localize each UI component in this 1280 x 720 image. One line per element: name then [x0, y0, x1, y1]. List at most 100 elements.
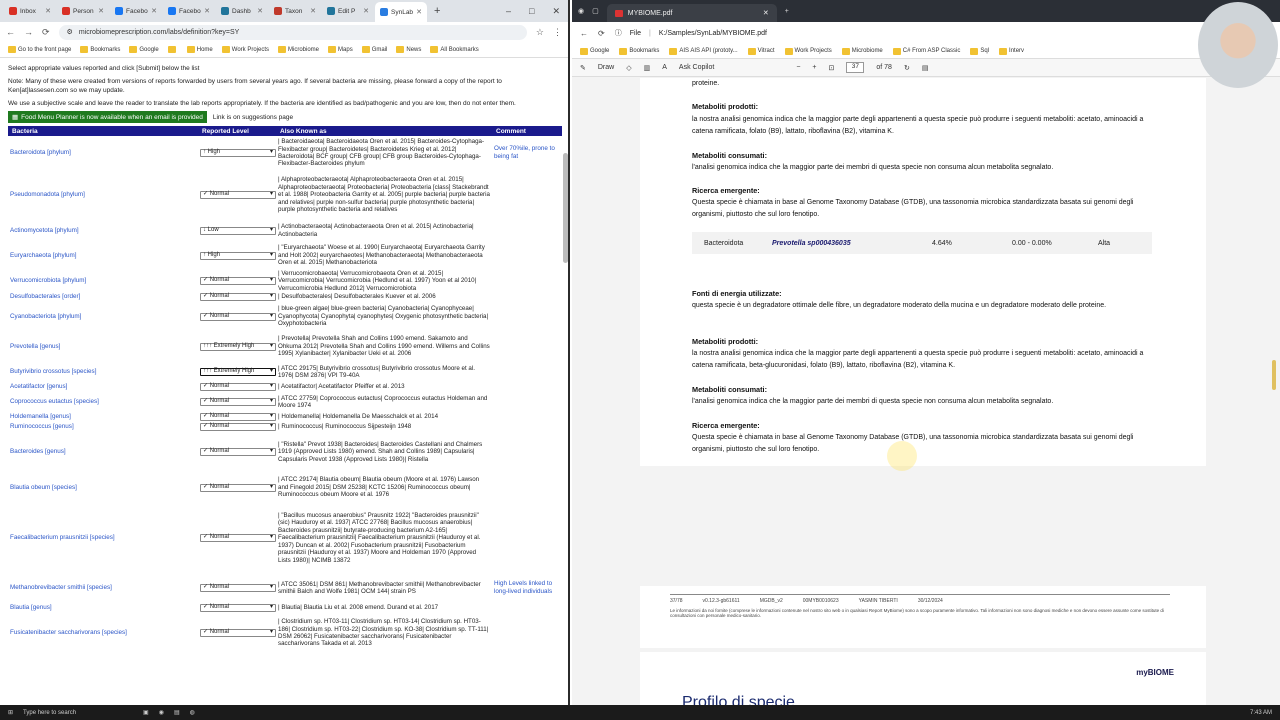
right-address-bar[interactable]: ⓘ File | K:/Samples/SynLab/MYBIOME.pdf — [615, 26, 1237, 41]
bacteria-name[interactable]: Euryarchaeota [phylum] — [8, 241, 198, 270]
bookmark-item[interactable]: Google — [580, 47, 609, 55]
bookmark-item[interactable]: Gmail — [361, 46, 387, 53]
zoom-in-icon[interactable]: + — [812, 64, 816, 71]
bookmark-item[interactable]: All Bookmarks — [430, 46, 479, 53]
highlight-icon[interactable]: ✎ — [580, 64, 586, 72]
bookmark-item[interactable]: Work Projects — [221, 46, 269, 53]
bacteria-name[interactable]: Prevotella [genus] — [8, 331, 198, 362]
close-tab-icon[interactable]: ✕ — [45, 7, 51, 15]
level-select[interactable]: ✓ Normal ▾ — [200, 604, 276, 612]
close-tab-icon[interactable]: ✕ — [763, 9, 769, 17]
level-select[interactable]: ✓ Normal ▾ — [200, 383, 276, 391]
taskbar-search[interactable]: Type here to search — [23, 710, 133, 716]
bacteria-name[interactable]: Bacteroides [genus] — [8, 432, 198, 472]
left-address-bar[interactable]: ⚙ microbiomeprescription.com/labs/defini… — [58, 24, 527, 40]
level-select[interactable]: ✓ Normal ▾ — [200, 448, 276, 456]
bacteria-name[interactable]: Coprococcus eutactus [species] — [8, 392, 198, 412]
bookmark-item[interactable]: News — [396, 46, 421, 53]
start-icon[interactable]: ⊞ — [8, 709, 13, 716]
menu-icon[interactable]: ⋮ — [553, 27, 562, 38]
rotate-icon[interactable]: ↻ — [904, 64, 910, 72]
close-tab-icon[interactable]: ✕ — [416, 8, 422, 16]
bookmark-item[interactable]: Go to the front page — [8, 46, 71, 53]
level-select[interactable]: ✓ Normal ▾ — [200, 191, 276, 199]
level-select[interactable]: ↑↑↑ Extremely High ▾ — [200, 368, 276, 376]
bacteria-name[interactable]: Fusicatenibacter saccharivorans [species… — [8, 613, 198, 653]
read-aloud-icon[interactable]: A — [662, 64, 667, 71]
bacteria-name[interactable]: Blautia obeum [species] — [8, 472, 198, 503]
level-select[interactable]: ✓ Normal ▾ — [200, 629, 276, 637]
level-select[interactable]: ✓ Normal ▾ — [200, 534, 276, 542]
bookmark-item[interactable]: Microbiome — [278, 46, 319, 53]
level-select[interactable]: ✓ Normal ▾ — [200, 423, 276, 431]
close-tab-icon[interactable]: ✕ — [310, 7, 316, 15]
bookmark-item[interactable]: Maps — [328, 46, 353, 53]
bacteria-name[interactable]: Blautia [genus] — [8, 603, 198, 613]
new-tab-icon[interactable]: + — [785, 8, 789, 15]
bookmark-item[interactable]: Google — [129, 46, 159, 53]
extensions-icon[interactable]: ☆ — [536, 27, 544, 38]
level-select[interactable]: ✓ Normal ▾ — [200, 312, 276, 321]
bacteria-name[interactable]: Holdemanella [genus] — [8, 412, 198, 422]
tab-7[interactable]: SynLab ✕ — [375, 2, 427, 22]
explorer-icon[interactable]: ▤ — [174, 709, 180, 716]
new-tab-icon[interactable]: + — [434, 5, 440, 17]
two-page-icon[interactable]: ▤ — [922, 64, 929, 72]
task-view-icon[interactable]: ▣ — [143, 709, 149, 716]
back-icon[interactable]: ← — [6, 27, 15, 37]
copilot-button[interactable]: Ask Copilot — [679, 64, 714, 71]
draw-button[interactable]: Draw — [598, 64, 614, 71]
forward-icon[interactable]: → — [24, 27, 33, 37]
bookmark-item[interactable]: Interv — [999, 47, 1024, 55]
tab-1[interactable]: Person ✕ — [57, 2, 109, 20]
food-menu-banner[interactable]: ▦ Food Menu Planner is now available when… — [8, 111, 207, 123]
level-select[interactable]: ✓ Normal ▾ — [200, 398, 276, 406]
bacteria-name[interactable]: Bacteroidota [phylum] — [8, 136, 198, 170]
bookmark-item[interactable]: Vitract — [747, 47, 775, 55]
erase-icon[interactable]: ◇ — [626, 64, 631, 72]
page-number-input[interactable]: 37 — [846, 62, 865, 73]
tab-2[interactable]: Facebo ✕ — [110, 2, 162, 20]
level-select[interactable]: ↑ High ▾ — [200, 251, 276, 260]
bacteria-name[interactable]: Desulfobacterales [order] — [8, 292, 198, 302]
chrome-icon[interactable]: ◉ — [159, 709, 164, 716]
close-tab-icon[interactable]: ✕ — [204, 7, 210, 15]
bacteria-name[interactable]: Faecalibacterium prausnitzii [species] — [8, 503, 198, 573]
close-tab-icon[interactable]: ✕ — [363, 7, 369, 15]
right-scrollbar[interactable] — [1272, 360, 1276, 390]
bacteria-name[interactable]: Acetatifactor [genus] — [8, 382, 198, 392]
close-window-icon[interactable]: ✕ — [552, 6, 560, 17]
level-select[interactable]: ✓ Normal ▾ — [200, 277, 276, 285]
reload-icon[interactable]: ⟳ — [42, 27, 50, 38]
tab-5[interactable]: Taxon ✕ — [269, 2, 321, 20]
bookmark-item[interactable]: Bookmarks — [80, 46, 120, 53]
bacteria-name[interactable]: Pseudomonadota [phylum] — [8, 170, 198, 220]
level-select[interactable]: ↑ High ▾ — [200, 149, 276, 157]
level-select[interactable]: ✓ Normal ▾ — [200, 293, 276, 301]
maximize-icon[interactable]: □ — [529, 6, 534, 17]
level-select[interactable]: ✓ Normal ▾ — [200, 483, 276, 492]
reload-icon[interactable]: ⟳ — [598, 29, 605, 38]
tab-actions-icon[interactable]: ▢ — [592, 7, 599, 15]
zoom-out-icon[interactable]: − — [796, 64, 800, 71]
close-tab-icon[interactable]: ✕ — [151, 7, 157, 15]
tab-6[interactable]: Edit P ✕ — [322, 2, 374, 20]
bacteria-name[interactable]: Verrucomicrobiota [phylum] — [8, 270, 198, 292]
fit-icon[interactable]: ⊡ — [829, 64, 835, 72]
bookmark-item[interactable]: Home — [186, 46, 213, 53]
left-scrollbar[interactable] — [563, 153, 568, 263]
level-select[interactable]: ✓ Normal ▾ — [200, 413, 276, 421]
tab-3[interactable]: Facebo ✕ — [163, 2, 215, 20]
back-icon[interactable]: ← — [580, 29, 588, 38]
close-tab-icon[interactable]: ✕ — [257, 7, 263, 15]
minimize-icon[interactable]: – — [506, 6, 511, 17]
bacteria-name[interactable]: Methanobrevibacter smithii [species] — [8, 573, 198, 603]
bookmark-item[interactable]: Sql — [970, 47, 989, 55]
site-info-icon[interactable]: ⚙ — [67, 28, 73, 36]
bacteria-name[interactable]: Cyanobacteriota [phylum] — [8, 302, 198, 331]
bookmark-item[interactable] — [167, 46, 178, 53]
level-select[interactable]: ✓ Normal ▾ — [200, 584, 276, 592]
bacteria-name[interactable]: Ruminococcus [genus] — [8, 422, 198, 432]
tab-0[interactable]: Inbox ✕ — [4, 2, 56, 20]
level-select[interactable]: ↑↑↑ Extremely High ▾ — [200, 342, 276, 351]
